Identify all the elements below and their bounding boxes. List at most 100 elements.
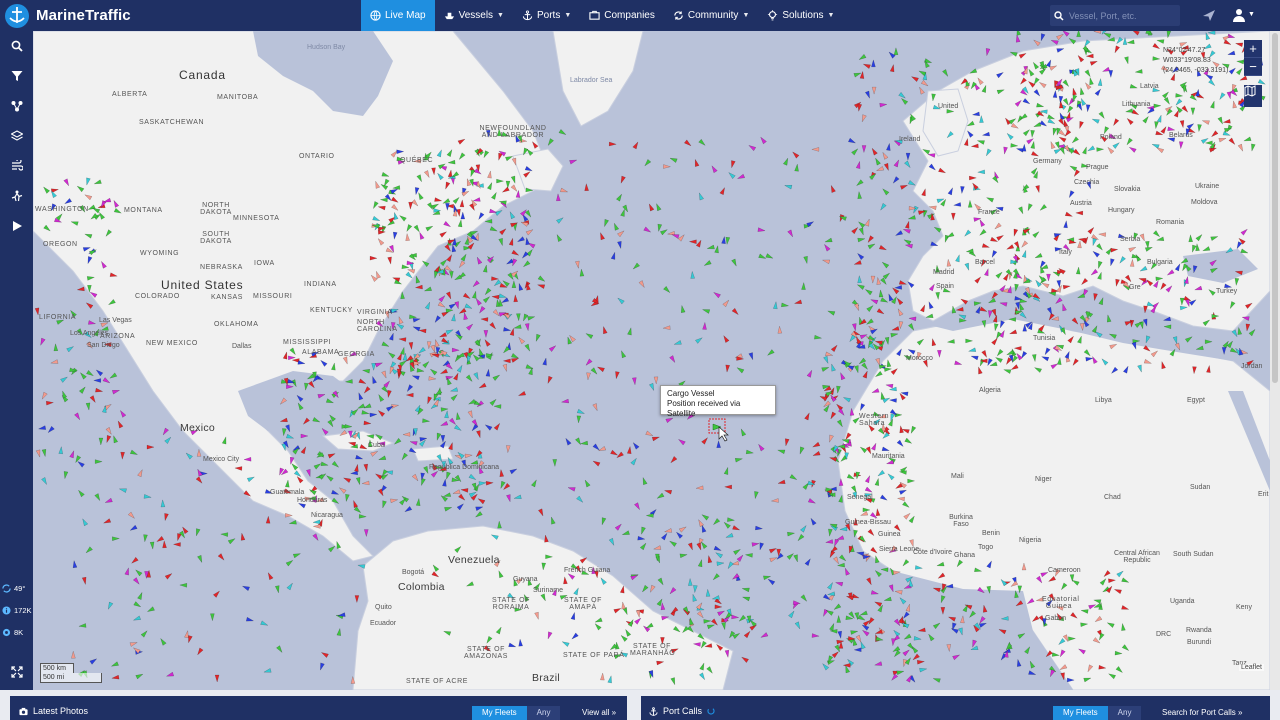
vessel-marker[interactable] [358, 378, 367, 386]
vessel-marker[interactable] [361, 368, 370, 374]
vessel-marker[interactable] [851, 147, 859, 156]
vessel-marker[interactable] [1076, 31, 1081, 37]
vessel-marker[interactable] [467, 398, 477, 406]
vessel-marker[interactable] [853, 260, 862, 266]
vessel-marker[interactable] [1162, 316, 1172, 322]
vessel-marker[interactable] [614, 371, 620, 380]
vessel-marker[interactable] [811, 633, 820, 639]
vessel-marker[interactable] [732, 525, 741, 532]
vessel-marker[interactable] [837, 630, 843, 640]
vessel-marker[interactable] [527, 315, 536, 321]
vessel-marker[interactable] [371, 375, 377, 384]
vessel-marker[interactable] [688, 617, 694, 626]
vessel-marker[interactable] [896, 308, 904, 317]
vessel-marker[interactable] [695, 336, 703, 344]
vessel-marker[interactable] [127, 511, 136, 520]
vessel-marker[interactable] [854, 303, 860, 312]
vessel-marker[interactable] [701, 513, 710, 521]
vessel-marker[interactable] [41, 477, 48, 486]
vessel-marker[interactable] [439, 368, 448, 375]
vessel-marker[interactable] [502, 363, 509, 373]
vessel-marker[interactable] [240, 532, 246, 541]
vessel-marker[interactable] [453, 274, 463, 282]
vessel-marker[interactable] [862, 62, 871, 69]
vessel-marker[interactable] [445, 375, 454, 381]
vessel-marker[interactable] [673, 340, 682, 346]
vessel-marker[interactable] [702, 321, 707, 330]
vessel-marker[interactable] [743, 630, 752, 639]
vessel-marker[interactable] [891, 326, 900, 332]
vessel-marker[interactable] [680, 304, 686, 313]
vessel-marker[interactable] [445, 328, 454, 335]
vessel-marker[interactable] [361, 410, 370, 415]
vessel-marker[interactable] [119, 409, 127, 418]
vessel-marker[interactable] [904, 160, 911, 169]
vessel-marker[interactable] [172, 542, 181, 547]
vessel-marker[interactable] [556, 193, 561, 202]
vessel-marker[interactable] [652, 545, 662, 551]
vessel-marker[interactable] [697, 192, 704, 201]
vessel-marker[interactable] [857, 220, 866, 229]
vessel-marker[interactable] [875, 166, 885, 172]
vessel-marker[interactable] [338, 486, 347, 494]
vessel-marker[interactable] [736, 173, 746, 180]
nav-companies[interactable]: Companies [580, 0, 664, 31]
vessel-marker[interactable] [701, 436, 710, 445]
vessel-marker[interactable] [426, 396, 433, 405]
vessel-marker[interactable] [475, 505, 484, 512]
vessel-marker[interactable] [736, 366, 745, 374]
vessel-marker[interactable] [829, 184, 836, 193]
vessel-marker[interactable] [88, 320, 97, 325]
vessel-marker[interactable] [445, 291, 452, 300]
vessel-marker[interactable] [437, 301, 446, 309]
vessel-marker[interactable] [1054, 297, 1063, 306]
vessel-marker[interactable] [41, 449, 47, 458]
vessel-marker[interactable] [858, 227, 865, 236]
search-icon[interactable] [1054, 10, 1064, 21]
vessel-marker[interactable] [616, 193, 623, 202]
vessel-marker[interactable] [834, 581, 844, 587]
vessel-marker[interactable] [823, 355, 829, 365]
vessel-marker[interactable] [485, 368, 491, 377]
vessel-marker[interactable] [282, 428, 287, 437]
vessel-marker[interactable] [807, 498, 817, 505]
vessel-marker[interactable] [524, 209, 532, 218]
vessel-marker[interactable] [809, 517, 817, 526]
page-scrollbar[interactable] [1270, 31, 1280, 690]
map-layers-button[interactable] [1244, 85, 1262, 107]
vessel-marker[interactable] [757, 227, 766, 233]
vessel-marker[interactable] [741, 595, 751, 602]
vessel-marker[interactable] [137, 469, 145, 478]
vessel-marker[interactable] [839, 371, 846, 381]
vessel-marker[interactable] [716, 439, 721, 448]
vessel-marker[interactable] [320, 651, 329, 658]
vessel-marker[interactable] [857, 237, 866, 243]
vessel-marker[interactable] [472, 353, 480, 362]
vessel-marker[interactable] [274, 585, 280, 594]
vessel-marker[interactable] [467, 410, 474, 419]
vessel-marker[interactable] [424, 301, 431, 310]
vessel-marker[interactable] [645, 430, 654, 438]
vessel-marker[interactable] [471, 290, 477, 299]
vessel-marker[interactable] [887, 293, 894, 302]
vessel-marker[interactable] [651, 435, 661, 442]
vessel-marker[interactable] [707, 554, 713, 564]
vessel-marker[interactable] [576, 495, 584, 504]
vessel-marker[interactable] [414, 275, 421, 284]
vessel-marker[interactable] [408, 342, 414, 351]
vessel-marker[interactable] [770, 498, 779, 503]
vessel-marker[interactable] [179, 583, 188, 588]
vessel-marker[interactable] [135, 672, 144, 680]
vessel-marker[interactable] [585, 332, 594, 340]
vessel-marker[interactable] [164, 572, 173, 580]
vessel-marker[interactable] [791, 150, 800, 159]
vessel-marker[interactable] [357, 392, 364, 401]
vessel-marker[interactable] [484, 287, 492, 296]
vessel-marker[interactable] [414, 284, 423, 290]
vessel-marker[interactable] [449, 387, 459, 394]
vessel-marker[interactable] [638, 280, 646, 289]
vessel-marker[interactable] [725, 364, 730, 373]
vessel-marker[interactable] [63, 471, 69, 480]
vessel-marker[interactable] [784, 183, 793, 190]
vessel-marker[interactable] [530, 479, 538, 488]
